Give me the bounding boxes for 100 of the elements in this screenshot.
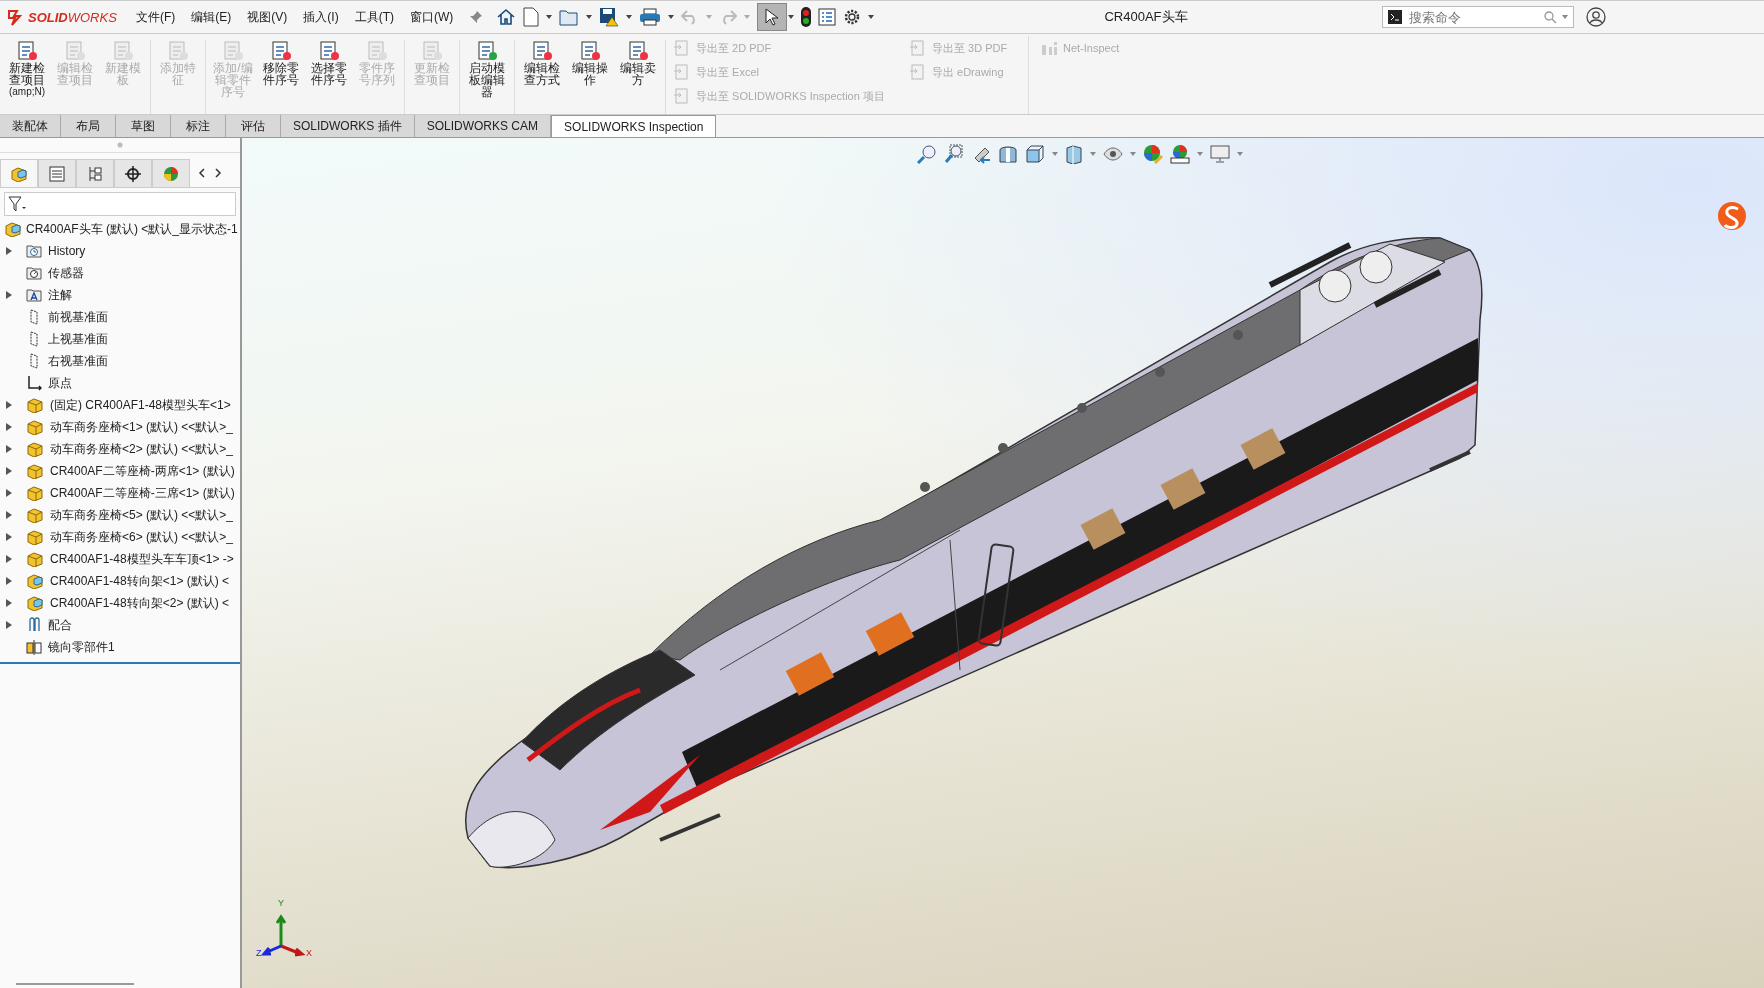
zoom-to-fit-icon[interactable]: [917, 144, 937, 164]
menu-item[interactable]: 插入(I): [303, 8, 339, 26]
menu-item[interactable]: 视图(V): [247, 8, 288, 26]
menu-item[interactable]: 窗口(W): [410, 8, 454, 26]
tree-item[interactable]: 原点: [48, 374, 72, 392]
caret-icon[interactable]: [626, 15, 632, 19]
expand-arrow-icon[interactable]: [6, 533, 12, 541]
zoom-area-icon[interactable]: [944, 144, 964, 164]
caret-icon[interactable]: [668, 15, 674, 19]
ribbon-button[interactable]: 新建检查项目 (amp;N): [3, 40, 51, 114]
ribbon-tab[interactable]: 布局: [61, 115, 116, 137]
scrollbar-thumb[interactable]: [16, 983, 134, 985]
tree-item[interactable]: 注解: [48, 286, 72, 304]
new-document-icon[interactable]: [523, 7, 539, 27]
user-icon[interactable]: [1586, 7, 1606, 27]
document-icon: [627, 40, 649, 62]
tree-item[interactable]: 配合: [48, 616, 72, 634]
search-input[interactable]: 搜索命令: [1407, 8, 1539, 26]
search-icon[interactable]: [1544, 10, 1557, 24]
net-inspect-logo-icon: [1041, 41, 1057, 55]
handle-icon[interactable]: [117, 142, 123, 148]
assembly-icon: [26, 595, 44, 611]
select-tool-button[interactable]: [757, 3, 787, 31]
caret-icon[interactable]: [546, 15, 552, 19]
property-manager-tab[interactable]: [38, 159, 76, 187]
pin-icon[interactable]: [469, 10, 484, 24]
scroll-right-icon[interactable]: [214, 168, 222, 178]
tree-item[interactable]: 右视基准面: [48, 352, 108, 370]
expand-arrow-icon[interactable]: [6, 445, 12, 453]
eye-icon[interactable]: [1103, 147, 1123, 161]
expand-arrow-icon[interactable]: [6, 247, 12, 255]
expand-arrow-icon[interactable]: [6, 467, 12, 475]
tree-item[interactable]: 镜向零部件1: [48, 638, 115, 656]
tree-item[interactable]: 传感器: [48, 264, 84, 282]
section-view-icon[interactable]: [998, 144, 1018, 164]
document-icon: [16, 40, 38, 62]
expand-arrow-icon[interactable]: [6, 511, 12, 519]
feature-manager-tab[interactable]: [0, 159, 38, 187]
ribbon-tab[interactable]: 标注: [171, 115, 226, 137]
expand-arrow-icon[interactable]: [6, 599, 12, 607]
expand-arrow-icon[interactable]: [6, 577, 12, 585]
ribbon-tab[interactable]: SOLIDWORKS CAM: [414, 115, 552, 137]
ribbon-tab[interactable]: SOLIDWORKS 插件: [281, 115, 415, 137]
tree-item[interactable]: 动车商务座椅<1> (默认) <<默认>_: [50, 418, 234, 436]
tree-item[interactable]: 动车商务座椅<5> (默认) <<默认>_: [50, 506, 234, 524]
ribbon-button[interactable]: 移除零件序号: [257, 40, 305, 114]
color-ball-icon: [163, 165, 179, 182]
document-icon: [64, 40, 86, 62]
edit-appearance-icon[interactable]: [1143, 144, 1163, 164]
search-field[interactable]: 搜索命令: [1382, 6, 1574, 28]
ribbon-button[interactable]: 编辑卖方: [614, 40, 662, 114]
caret-icon[interactable]: [868, 15, 874, 19]
ribbon-button[interactable]: 选择零件序号: [305, 40, 353, 114]
appearance-tab[interactable]: [152, 159, 190, 187]
dimxpert-tab[interactable]: [114, 159, 152, 187]
tree-item[interactable]: CR400AF1-48转向架<1> (默认) <: [50, 572, 230, 590]
ribbon-tab[interactable]: 草图: [116, 115, 171, 137]
tree-item[interactable]: CR400AF二等座椅-两席<1> (默认): [50, 462, 235, 480]
tree-item[interactable]: CR400AF二等座椅-三席<1> (默认): [50, 484, 235, 502]
tree-item[interactable]: CR400AF头车 (默认) <默认_显示状态-1: [26, 220, 238, 238]
traffic-light-icon[interactable]: [801, 7, 811, 27]
input-method-icon[interactable]: [1718, 202, 1746, 230]
expand-arrow-icon[interactable]: [6, 555, 12, 563]
tree-item[interactable]: (固定) CR400AF1-48模型头车<1>: [50, 396, 231, 414]
tree-item[interactable]: 动车商务座椅<2> (默认) <<默认>_: [50, 440, 234, 458]
assembly-icon: [10, 165, 28, 182]
menu-item[interactable]: 编辑(E): [191, 8, 232, 26]
expand-arrow-icon[interactable]: [6, 489, 12, 497]
expand-arrow-icon[interactable]: [6, 291, 12, 299]
expand-arrow-icon[interactable]: [6, 423, 12, 431]
tree-item[interactable]: 动车商务座椅<6> (默认) <<默认>_: [50, 528, 234, 546]
list-icon[interactable]: [818, 8, 836, 26]
folder-icon[interactable]: [559, 8, 579, 26]
cube-icon[interactable]: [1025, 144, 1045, 164]
document-icon: [421, 40, 443, 62]
ribbon-tab[interactable]: 评估: [226, 115, 281, 137]
caret-icon[interactable]: [788, 15, 794, 19]
print-icon[interactable]: [639, 8, 661, 26]
home-icon[interactable]: [496, 7, 516, 27]
save-icon[interactable]: [599, 7, 619, 27]
tree-item[interactable]: CR400AF1-48转向架<2> (默认) <: [50, 594, 230, 612]
menu-item[interactable]: 工具(T): [354, 8, 394, 26]
ribbon-button[interactable]: 启动模板编辑器: [463, 40, 511, 114]
scroll-left-icon[interactable]: [198, 168, 206, 178]
scene-icon[interactable]: [1170, 144, 1190, 164]
caret-icon[interactable]: [586, 15, 592, 19]
ribbon-tab[interactable]: 装配体: [0, 115, 61, 137]
ribbon-button[interactable]: 编辑操作: [566, 40, 614, 114]
ribbon-tab[interactable]: SOLIDWORKS Inspection: [551, 115, 717, 137]
tree-item[interactable]: 上视基准面: [48, 330, 108, 348]
tree-item[interactable]: History: [48, 244, 86, 258]
ribbon-button[interactable]: 编辑检查方式: [518, 40, 566, 114]
shaded-cube-icon[interactable]: [1065, 144, 1083, 164]
tree-item[interactable]: 前视基准面: [48, 308, 108, 326]
settings-icon[interactable]: [843, 8, 861, 26]
tree-item[interactable]: CR400AF1-48模型头车车顶<1> ->: [50, 550, 234, 568]
menu-item[interactable]: 文件(F): [136, 8, 176, 26]
filter-field[interactable]: [4, 192, 236, 216]
expand-arrow-icon[interactable]: [6, 401, 12, 409]
expand-arrow-icon[interactable]: [6, 621, 12, 629]
